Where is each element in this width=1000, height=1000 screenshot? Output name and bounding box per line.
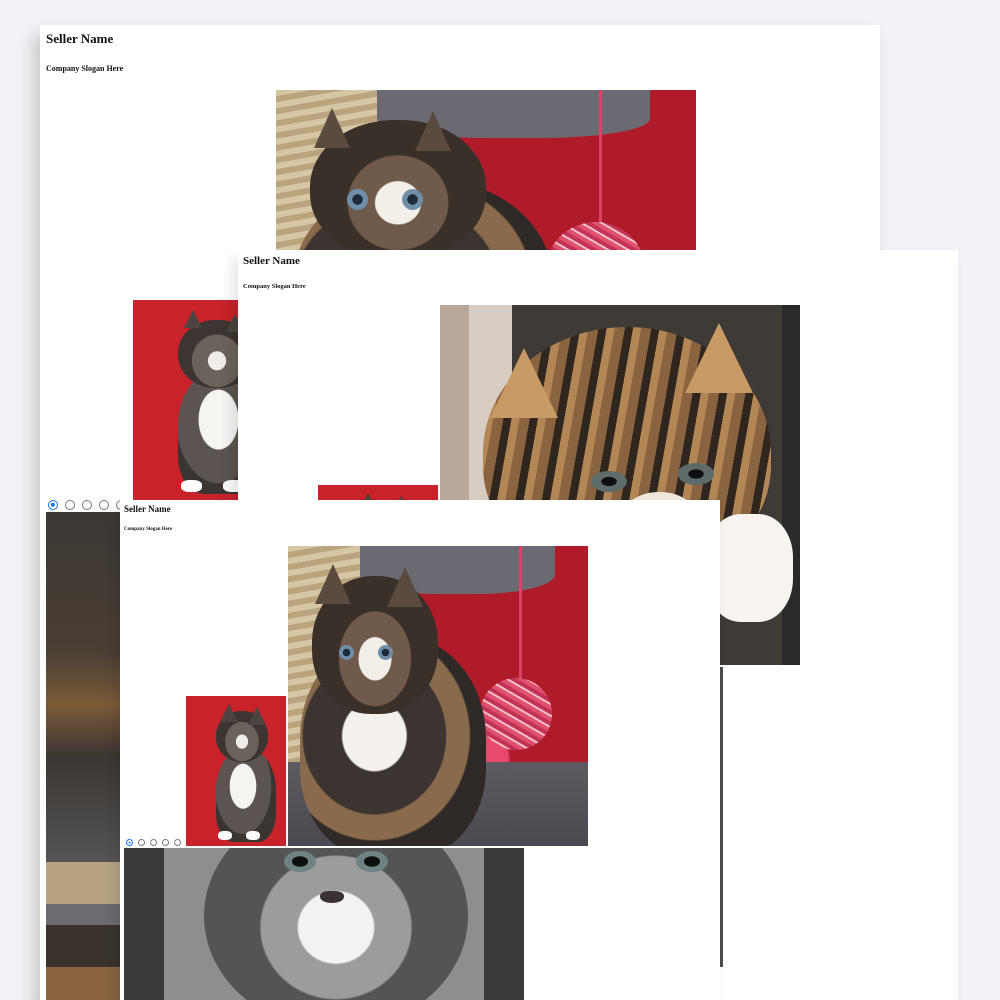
carousel-image: [124, 848, 524, 1000]
company-slogan: Company Slogan Here: [243, 283, 306, 290]
main-product-image[interactable]: [288, 546, 588, 846]
carousel-radio[interactable]: [99, 500, 109, 510]
carousel-radio-group: [126, 839, 181, 846]
seller-name: Seller Name: [124, 504, 171, 514]
carousel-radio[interactable]: [82, 500, 92, 510]
thumbnail-image[interactable]: [186, 696, 286, 846]
carousel-radio[interactable]: [126, 839, 133, 846]
product-window-3: Seller Name Company Slogan Here: [120, 500, 720, 1000]
carousel-image-blurred: [46, 512, 126, 862]
carousel-image-partial: [46, 862, 126, 1000]
company-slogan: Company Slogan Here: [124, 527, 173, 532]
carousel-radio[interactable]: [65, 500, 75, 510]
company-slogan: Company Slogan Here: [46, 64, 124, 73]
seller-name: Seller Name: [243, 255, 300, 267]
scrollbar[interactable]: [720, 667, 723, 967]
carousel-radio[interactable]: [162, 839, 169, 846]
seller-name: Seller Name: [46, 31, 114, 46]
carousel-radio[interactable]: [150, 839, 157, 846]
carousel-radio[interactable]: [174, 839, 181, 846]
carousel-radio-group: [48, 500, 126, 510]
carousel-radio[interactable]: [138, 839, 145, 846]
carousel-radio[interactable]: [48, 500, 58, 510]
